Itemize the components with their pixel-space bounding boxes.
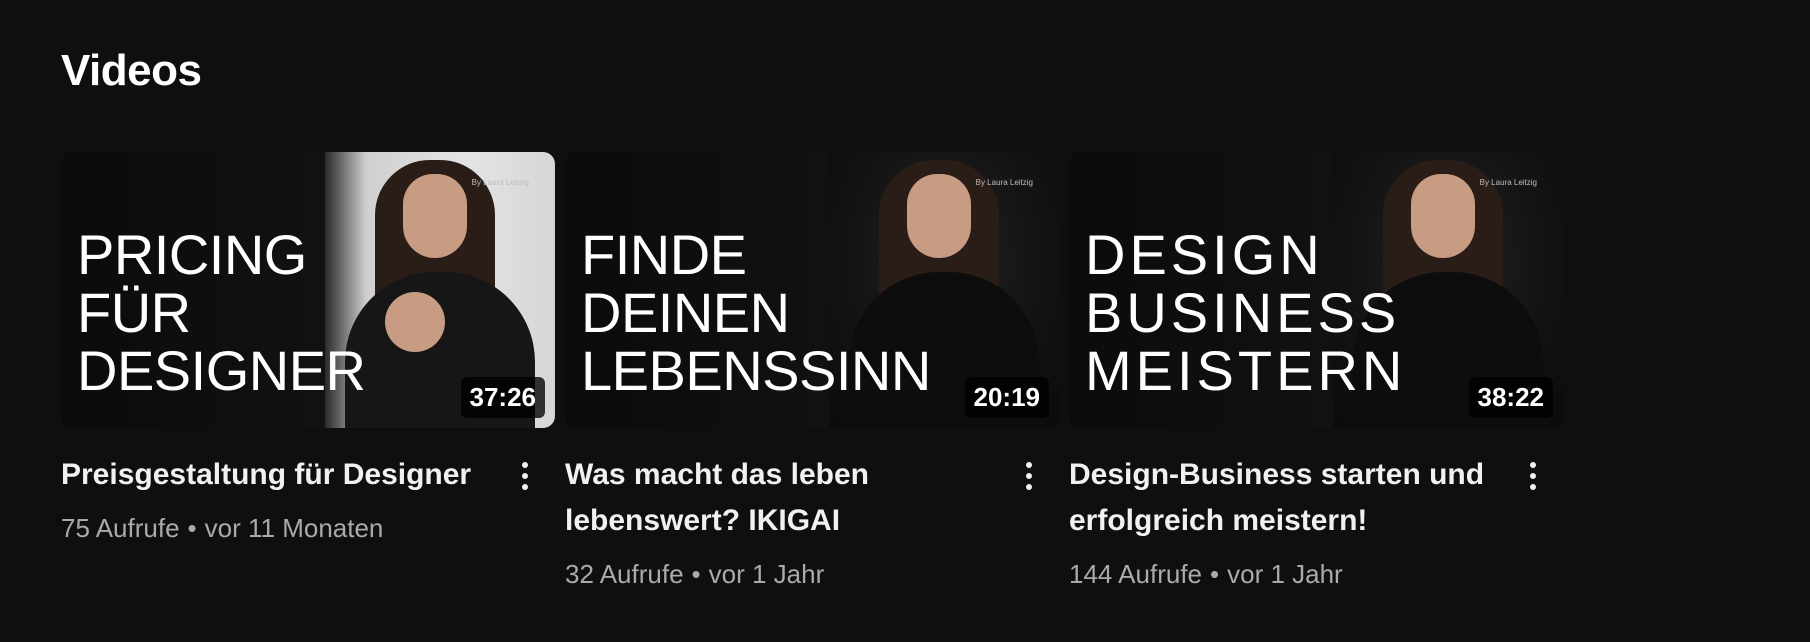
separator-dot: • — [1210, 559, 1220, 589]
thumbnail-line: PRICING — [77, 223, 307, 286]
duration-badge: 37:26 — [460, 377, 545, 418]
video-meta: Was macht das leben lebenswert? IKIGAI 3… — [565, 452, 1059, 592]
video-stats: 75 Aufrufe • vor 11 Monaten — [61, 510, 499, 546]
video-meta: Design-Business starten und erfolgreich … — [1069, 452, 1563, 592]
thumbnail-line: FÜR — [77, 281, 191, 344]
thumbnail-byline: By Laura Leitzig — [471, 178, 529, 187]
video-stats: 32 Aufrufe • vor 1 Jahr — [565, 556, 1003, 592]
video-card[interactable]: By Laura Leitzig DESIGN BUSINESS MEISTER… — [1069, 152, 1563, 592]
video-thumbnail[interactable]: By Laura Leitzig FINDE DEINEN LEBENSSINN… — [565, 152, 1059, 428]
thumbnail-line: LEBENSSINN — [581, 339, 931, 402]
thumbnail-headline: DESIGN BUSINESS MEISTERN — [1085, 226, 1406, 400]
thumbnail-line: BUSINESS — [1085, 281, 1401, 344]
more-vert-icon[interactable] — [513, 454, 537, 498]
thumbnail-line: DEINEN — [581, 281, 790, 344]
more-vert-icon[interactable] — [1017, 454, 1041, 498]
video-thumbnail[interactable]: By Laura Leitzig PRICING FÜR DESIGNER 37… — [61, 152, 555, 428]
duration-badge: 38:22 — [1468, 377, 1553, 418]
upload-age: vor 11 Monaten — [204, 513, 384, 543]
view-count: 32 Aufrufe — [565, 559, 684, 589]
view-count: 75 Aufrufe — [61, 513, 180, 543]
thumbnail-byline: By Laura Leitzig — [975, 178, 1033, 187]
more-vert-icon[interactable] — [1521, 454, 1545, 498]
video-title[interactable]: Preisgestaltung für Designer — [61, 452, 499, 498]
upload-age: vor 1 Jahr — [708, 559, 825, 589]
thumbnail-line: FINDE — [581, 223, 747, 286]
video-title[interactable]: Design-Business starten und erfolgreich … — [1069, 452, 1507, 544]
thumbnail-byline: By Laura Leitzig — [1479, 178, 1537, 187]
video-meta: Preisgestaltung für Designer 75 Aufrufe •… — [61, 452, 555, 546]
video-card[interactable]: By Laura Leitzig FINDE DEINEN LEBENSSINN… — [565, 152, 1059, 592]
video-card[interactable]: By Laura Leitzig PRICING FÜR DESIGNER 37… — [61, 152, 555, 592]
thumbnail-line: DESIGN — [1085, 223, 1324, 286]
separator-dot: • — [691, 559, 701, 589]
section-title: Videos — [61, 46, 202, 95]
thumbnail-headline: PRICING FÜR DESIGNER — [77, 226, 366, 400]
video-stats: 144 Aufrufe • vor 1 Jahr — [1069, 556, 1507, 592]
video-grid: By Laura Leitzig PRICING FÜR DESIGNER 37… — [61, 152, 1563, 592]
upload-age: vor 1 Jahr — [1227, 559, 1343, 589]
separator-dot: • — [187, 513, 197, 543]
thumbnail-line: MEISTERN — [1085, 339, 1407, 402]
thumbnail-headline: FINDE DEINEN LEBENSSINN — [581, 226, 931, 400]
view-count: 144 Aufrufe — [1069, 559, 1202, 589]
duration-badge: 20:19 — [964, 377, 1049, 418]
thumbnail-line: DESIGNER — [77, 339, 366, 402]
video-thumbnail[interactable]: By Laura Leitzig DESIGN BUSINESS MEISTER… — [1069, 152, 1563, 428]
video-title[interactable]: Was macht das leben lebenswert? IKIGAI — [565, 452, 1003, 544]
